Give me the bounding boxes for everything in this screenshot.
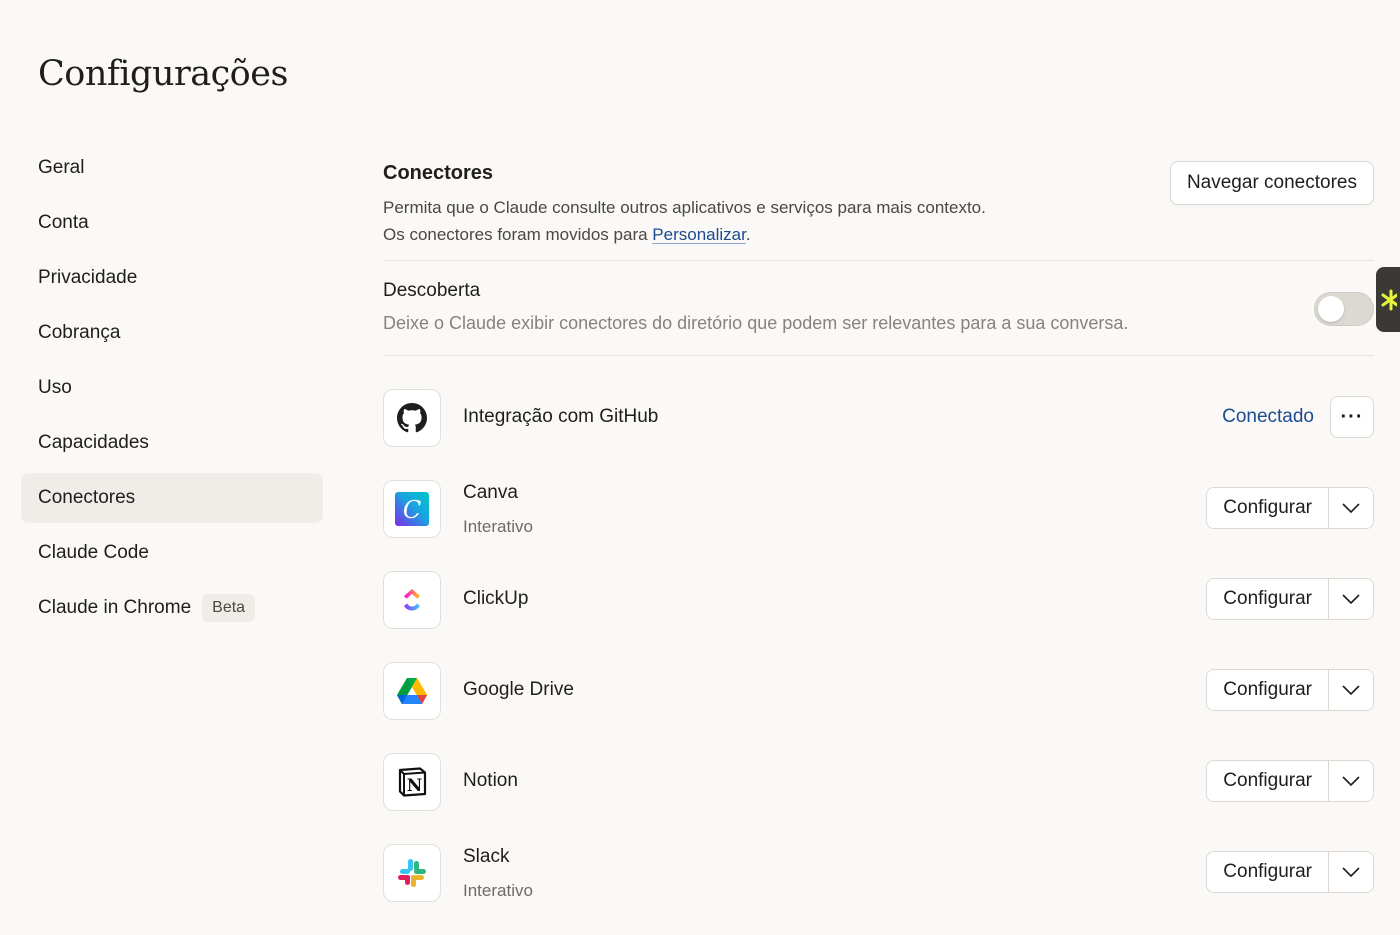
sidebar-item-label: Cobrança <box>38 322 121 343</box>
connector-row-canva: C Canva Interativo Configurar <box>383 480 1374 538</box>
chevron-down-icon[interactable] <box>1329 852 1373 892</box>
discovery-title: Descoberta <box>383 280 481 301</box>
canva-icon: C <box>383 480 441 538</box>
connectors-panel: Conectores Permita que o Claude consulte… <box>383 160 1374 935</box>
svg-text:C: C <box>403 496 421 524</box>
sidebar-item-claude-code[interactable]: Claude Code <box>21 528 323 578</box>
connector-subtitle: Interativo <box>463 881 533 900</box>
sidebar-item-label: Claude Code <box>38 542 149 563</box>
connector-row-notion: N Notion Configurar <box>383 753 1374 811</box>
connector-name: Integração com GitHub <box>463 406 659 427</box>
description-line-1: Permita que o Claude consulte outros apl… <box>383 198 986 217</box>
configure-button[interactable]: Configurar <box>1207 852 1329 892</box>
sidebar-item-label: Conta <box>38 212 89 233</box>
connector-name: Google Drive <box>463 679 574 700</box>
clickup-icon <box>383 571 441 629</box>
connector-row-slack: Slack Interativo Configurar <box>383 844 1374 902</box>
side-panel-tab[interactable] <box>1376 267 1400 332</box>
sidebar-item-cobranca[interactable]: Cobrança <box>21 308 323 358</box>
sidebar-item-capacidades[interactable]: Capacidades <box>21 418 323 468</box>
sidebar-item-label: Conectores <box>38 487 136 508</box>
configure-button[interactable]: Configurar <box>1207 488 1329 528</box>
configure-split-button: Configurar <box>1206 760 1374 802</box>
connector-subtitle: Interativo <box>463 517 533 536</box>
connected-status[interactable]: Conectado <box>1222 406 1314 428</box>
sidebar-item-label: Geral <box>38 157 85 178</box>
personalizar-link[interactable]: Personalizar <box>652 225 746 244</box>
connector-list: Integração com GitHub Conectado ··· C Ca… <box>383 356 1374 902</box>
sidebar-item-conta[interactable]: Conta <box>21 198 323 248</box>
section-title: Conectores <box>383 162 494 184</box>
connector-name: ClickUp <box>463 588 529 609</box>
chevron-down-icon[interactable] <box>1329 761 1373 801</box>
description-line-2: Os conectores foram movidos para Persona… <box>383 221 986 248</box>
configure-button[interactable]: Configurar <box>1207 670 1329 710</box>
configure-split-button: Configurar <box>1206 578 1374 620</box>
discovery-setting: Descoberta Deixe o Claude exibir conecto… <box>383 261 1374 356</box>
github-icon <box>383 389 441 447</box>
description-suffix: . <box>745 225 751 244</box>
sidebar-item-label: Uso <box>38 377 72 398</box>
sidebar-item-label: Capacidades <box>38 432 149 453</box>
chevron-down-icon[interactable] <box>1329 488 1373 528</box>
connector-row-clickup: ClickUp Configurar <box>383 571 1374 629</box>
connector-row-google-drive: Google Drive Configurar <box>383 662 1374 720</box>
beta-badge: Beta <box>202 594 256 622</box>
discovery-description: Deixe o Claude exibir conectores do dire… <box>383 313 1129 333</box>
description-prefix: Os conectores foram movidos para <box>383 225 653 244</box>
configure-split-button: Configurar <box>1206 487 1374 529</box>
configure-button[interactable]: Configurar <box>1207 579 1329 619</box>
section-description: Permita que o Claude consulte outros apl… <box>383 194 986 248</box>
browse-connectors-button[interactable]: Navegar conectores <box>1169 161 1374 205</box>
connectors-header: Conectores Permita que o Claude consulte… <box>383 160 1374 261</box>
sidebar-item-claude-in-chrome[interactable]: Claude in Chrome Beta <box>21 583 323 633</box>
sidebar-item-geral[interactable]: Geral <box>21 143 323 193</box>
chevron-down-icon[interactable] <box>1329 579 1373 619</box>
settings-sidebar: Geral Conta Privacidade Cobrança Uso Cap… <box>21 143 323 638</box>
connector-row-github: Integração com GitHub Conectado ··· <box>383 389 1374 447</box>
notion-icon: N <box>383 753 441 811</box>
page-title: Configurações <box>38 54 288 94</box>
configure-split-button: Configurar <box>1206 851 1374 893</box>
sparkle-icon <box>1381 289 1397 310</box>
connector-name: Notion <box>463 770 518 791</box>
more-icon: ··· <box>1340 405 1364 428</box>
toggle-knob <box>1318 296 1344 322</box>
slack-icon <box>383 844 441 902</box>
connector-name: Canva <box>463 482 518 503</box>
discovery-toggle[interactable] <box>1314 292 1374 326</box>
connector-name: Slack <box>463 846 510 867</box>
configure-button[interactable]: Configurar <box>1207 761 1329 801</box>
more-options-button[interactable]: ··· <box>1330 396 1374 438</box>
sidebar-item-uso[interactable]: Uso <box>21 363 323 413</box>
sidebar-item-privacidade[interactable]: Privacidade <box>21 253 323 303</box>
svg-text:N: N <box>407 776 423 796</box>
sidebar-item-label: Claude in Chrome <box>38 597 192 618</box>
sidebar-item-conectores[interactable]: Conectores <box>21 473 323 523</box>
configure-split-button: Configurar <box>1206 669 1374 711</box>
google-drive-icon <box>383 662 441 720</box>
sidebar-item-label: Privacidade <box>38 267 138 288</box>
chevron-down-icon[interactable] <box>1329 670 1373 710</box>
